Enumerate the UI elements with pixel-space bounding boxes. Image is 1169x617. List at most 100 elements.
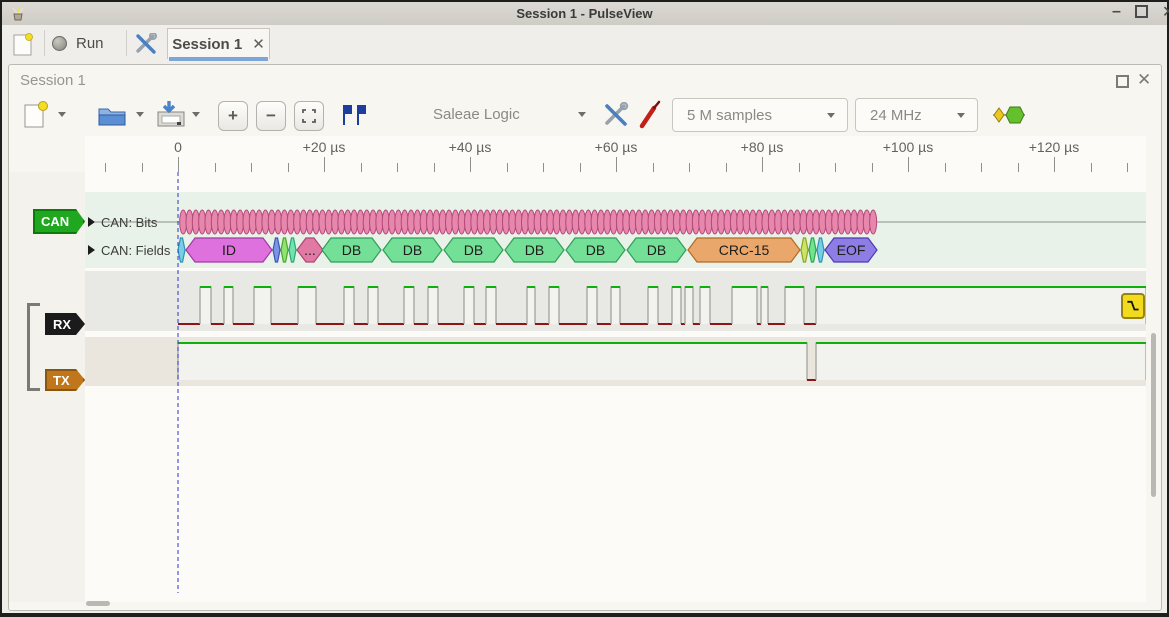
tab-session-1[interactable]: Session 1 ✕: [167, 28, 270, 59]
can-field-annotation: [281, 238, 288, 262]
ruler-minor-tick: [105, 163, 106, 172]
open-file-dropdown[interactable]: [136, 112, 144, 117]
horizontal-scrollbar[interactable]: [86, 601, 110, 606]
decoder-tag-can[interactable]: CAN: [33, 209, 85, 234]
tx-signal-high-fill: [178, 343, 807, 380]
row-label-can-bits[interactable]: CAN: Bits: [101, 215, 157, 230]
sample-rate-value: 24 MHz: [870, 107, 922, 124]
new-session-button[interactable]: [10, 32, 36, 58]
ruler-time-label: +20 µs: [279, 139, 369, 155]
ruler-minor-tick: [799, 163, 800, 172]
vertical-scrollbar[interactable]: [1151, 333, 1156, 497]
rx-signal-high-fill: [428, 287, 438, 324]
zoom-fit-button[interactable]: [294, 101, 324, 131]
can-field-label: DB: [647, 242, 666, 258]
ruler-time-label: +120 µs: [1009, 139, 1099, 155]
channels-probe-button[interactable]: [638, 100, 662, 130]
zoom-out-button[interactable]: −: [256, 101, 286, 131]
panel-restore-button[interactable]: [1116, 75, 1129, 88]
ruler-major-tick: [616, 157, 617, 172]
rx-signal-high-fill: [464, 287, 474, 324]
ruler-minor-tick: [945, 163, 946, 172]
decoder-tag-label: CAN: [41, 214, 69, 229]
save-dropdown[interactable]: [192, 112, 200, 117]
device-config-button[interactable]: [602, 102, 630, 128]
zoom-in-icon: +: [228, 106, 238, 126]
ruler-minor-tick: [507, 163, 508, 172]
ruler-major-tick: [908, 157, 909, 172]
ruler-minor-tick: [434, 163, 435, 172]
ruler-major-tick: [324, 157, 325, 172]
can-field-label: DB: [342, 242, 361, 258]
expand-fields-icon[interactable]: [88, 245, 95, 255]
ruler-minor-tick: [981, 163, 982, 172]
close-button[interactable]: ✕: [1162, 2, 1169, 22]
title-bar: Session 1 - PulseView: [2, 2, 1167, 25]
ruler-minor-tick: [1127, 163, 1128, 172]
session-panel-title: Session 1: [20, 72, 86, 89]
ruler-minor-tick: [653, 163, 654, 172]
ruler-minor-tick: [580, 163, 581, 172]
save-button[interactable]: [155, 99, 187, 131]
rx-signal-high-fill: [344, 287, 354, 324]
ruler-minor-tick: [689, 163, 690, 172]
ruler-time-label: +60 µs: [571, 139, 661, 155]
panel-close-button[interactable]: ✕: [1137, 70, 1151, 90]
trigger-marker-badge[interactable]: [1121, 293, 1145, 319]
rx-signal-high-fill: [672, 287, 681, 324]
tab-close-icon[interactable]: ✕: [252, 35, 265, 53]
expand-bits-icon[interactable]: [88, 217, 95, 227]
device-select-dropdown[interactable]: [578, 112, 586, 117]
new-file-dropdown[interactable]: [58, 112, 66, 117]
ruler-minor-tick: [835, 163, 836, 172]
rx-signal-high-fill: [587, 287, 597, 324]
rx-signal-high-fill: [527, 287, 535, 324]
falling-edge-icon: [1126, 298, 1140, 314]
rx-signal-high-fill: [648, 287, 658, 324]
tab-label: Session 1: [172, 36, 242, 53]
sample-rate-caret-icon: [957, 113, 965, 118]
ruler-minor-tick: [251, 163, 252, 172]
settings-wrench-icon[interactable]: [134, 33, 158, 55]
ruler-major-tick: [1054, 157, 1055, 172]
tx-signal-high-fill: [816, 343, 1146, 380]
can-field-annotation: [817, 238, 824, 262]
ruler-minor-tick: [543, 163, 544, 172]
rx-signal-high-fill: [816, 287, 1146, 324]
trace-canvas[interactable]: ID...DBDBDBDBDBDBCRC-15EOF: [85, 172, 1146, 600]
row-label-can-fields[interactable]: CAN: Fields: [101, 243, 170, 258]
can-bit-annotation: [870, 210, 877, 234]
ruler-time-label: +40 µs: [425, 139, 515, 155]
ruler-major-tick: [178, 157, 179, 172]
zoom-in-button[interactable]: +: [218, 101, 248, 131]
can-field-label: DB: [586, 242, 605, 258]
device-select[interactable]: Saleae Logic: [433, 106, 520, 123]
can-field-annotation: [289, 238, 296, 262]
channel-group-bracket[interactable]: [27, 303, 40, 391]
rx-signal-high-fill: [298, 287, 316, 324]
rx-signal-high-fill: [224, 287, 233, 324]
sample-count-select[interactable]: 5 M samples: [672, 98, 848, 132]
ruler-minor-tick: [1018, 163, 1019, 172]
zoom-fit-icon: [302, 109, 316, 123]
rx-signal-high-fill: [200, 287, 211, 324]
window-title: Session 1 - PulseView: [2, 6, 1167, 21]
can-field-annotation: [809, 238, 816, 262]
can-field-label: EOF: [837, 242, 866, 258]
rx-signal-high-fill: [700, 287, 710, 324]
sample-count-caret-icon: [827, 113, 835, 118]
ruler-time-label: +80 µs: [717, 139, 807, 155]
run-button[interactable]: Run: [52, 30, 104, 56]
can-field-label: DB: [525, 242, 544, 258]
sample-rate-select[interactable]: 24 MHz: [855, 98, 978, 132]
show-cursors-button[interactable]: [340, 103, 368, 127]
toolbar-separator: [126, 30, 127, 56]
new-file-button[interactable]: [22, 100, 50, 130]
maximize-button[interactable]: [1135, 5, 1148, 18]
can-field-annotation: [178, 238, 185, 262]
open-file-button[interactable]: [96, 102, 128, 128]
run-state-icon: [52, 36, 67, 51]
add-decoder-button[interactable]: [992, 105, 1026, 125]
minimize-button[interactable]: –: [1112, 3, 1121, 21]
run-label: Run: [76, 35, 104, 52]
